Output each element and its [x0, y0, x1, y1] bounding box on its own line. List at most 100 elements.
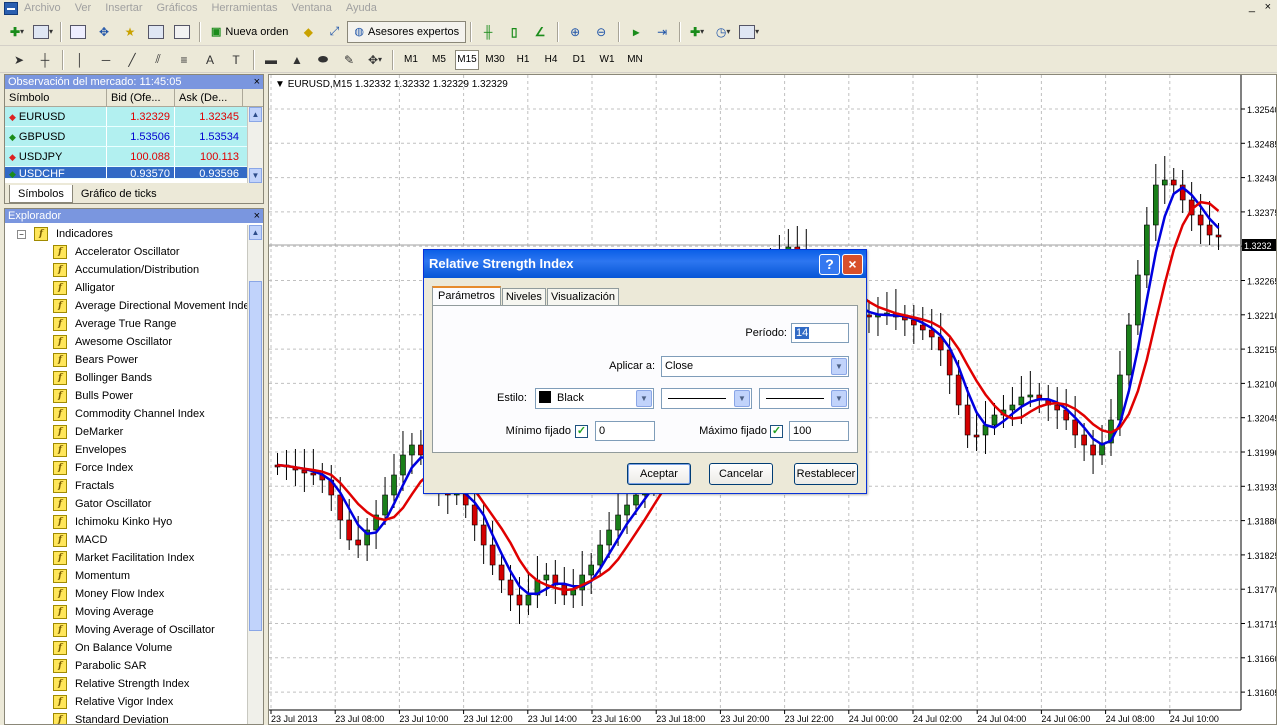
indicator-item[interactable]: f Bulls Power	[5, 387, 247, 405]
tab-tick-chart[interactable]: Gráfico de ticks	[73, 185, 165, 203]
column-ask[interactable]: Ask (De...	[175, 89, 243, 106]
fixed-max-input[interactable]: 100	[789, 421, 849, 441]
symbol-row-gbpusd[interactable]: ◆ GBPUSD 1.53506 1.53534	[5, 127, 263, 147]
scroll-up-icon[interactable]: ▲	[249, 107, 262, 122]
indicator-item[interactable]: f On Balance Volume	[5, 639, 247, 657]
auto-scroll-button[interactable]: ▸	[625, 21, 647, 43]
fixed-min-input[interactable]: 0	[595, 421, 655, 441]
terminal-button[interactable]	[145, 21, 167, 43]
templates-button[interactable]: ▾	[738, 21, 760, 43]
indicator-item[interactable]: f Parabolic SAR	[5, 657, 247, 675]
symbol-row-eurusd[interactable]: ◆ EURUSD 1.32329 1.32345	[5, 107, 263, 127]
menu-herramientas[interactable]: Herramientas	[211, 2, 277, 14]
timeframe-m15[interactable]: M15	[455, 49, 479, 70]
zoom-in-button[interactable]: ⊕	[564, 21, 586, 43]
indicator-item[interactable]: f Commodity Channel Index	[5, 405, 247, 423]
timeframe-mn[interactable]: MN	[623, 50, 647, 70]
timeframe-h4[interactable]: H4	[539, 50, 563, 70]
indicator-item[interactable]: f Average Directional Movement Inde	[5, 297, 250, 315]
cancel-button[interactable]: Cancelar	[709, 463, 773, 485]
indicator-item[interactable]: f Bollinger Bands	[5, 369, 247, 387]
rectangle-button[interactable]: ▬	[260, 49, 282, 71]
indicator-item[interactable]: f Momentum	[5, 567, 247, 585]
scroll-up-icon[interactable]: ▲	[249, 225, 262, 240]
indicator-item[interactable]: f Relative Vigor Index	[5, 693, 247, 711]
fixed-min-checkbox[interactable]: ✓	[575, 425, 588, 438]
indicator-item[interactable]: f Alligator	[5, 279, 247, 297]
pencil-button[interactable]: ✎	[338, 49, 360, 71]
indicator-item[interactable]: f Gator Oscillator	[5, 495, 247, 513]
scroll-thumb[interactable]	[249, 281, 262, 631]
timeframe-w1[interactable]: W1	[595, 50, 619, 70]
indicator-item[interactable]: f Accelerator Oscillator	[5, 243, 247, 261]
chart-shift-button[interactable]: ⇥	[651, 21, 673, 43]
profiles-button[interactable]: ▾	[32, 21, 54, 43]
navigator-scrollbar[interactable]: ▲	[247, 225, 263, 724]
line-width-select[interactable]: ▼	[759, 388, 849, 409]
navigator-close-button[interactable]: ×	[254, 209, 260, 223]
menu-ver[interactable]: Ver	[75, 2, 92, 14]
indicator-item[interactable]: f Force Index	[5, 459, 247, 477]
indicator-item[interactable]: f Moving Average of Oscillator	[5, 621, 247, 639]
line-style-select[interactable]: ▼	[661, 388, 752, 409]
dialog-close-button[interactable]: ×	[842, 254, 863, 275]
warning-button[interactable]: ◆	[297, 21, 319, 43]
tab-parameters[interactable]: Parámetros	[432, 286, 501, 306]
tab-visualization[interactable]: Visualización	[546, 288, 619, 306]
indicator-item[interactable]: f Accumulation/Distribution	[5, 261, 247, 279]
timeframe-m1[interactable]: M1	[399, 50, 423, 70]
indicator-item[interactable]: f Money Flow Index	[5, 585, 247, 603]
indicator-item[interactable]: f Moving Average	[5, 603, 247, 621]
text-label-button[interactable]: T	[225, 49, 247, 71]
column-bid[interactable]: Bid (Ofe...	[107, 89, 175, 106]
crosshair-button[interactable]: ┼	[34, 49, 56, 71]
new-order-button[interactable]: ▣ Nueva orden	[204, 21, 295, 43]
symbol-row-usdchf[interactable]: ◆ USDCHF 0.93570 0.93596	[5, 167, 263, 179]
menu-graficos[interactable]: Gráficos	[157, 2, 198, 14]
arrows-button[interactable]: ✥ ▾	[364, 49, 386, 71]
indicator-item[interactable]: f Bears Power	[5, 351, 247, 369]
chart-menu-arrow-icon[interactable]: ▼	[275, 79, 285, 90]
timeframe-m5[interactable]: M5	[427, 50, 451, 70]
timeframe-d1[interactable]: D1	[567, 50, 591, 70]
fullscreen-button[interactable]: ⤢	[323, 21, 345, 43]
minimize-button[interactable]: _	[1249, 1, 1255, 13]
trendline-button[interactable]: ╱	[121, 49, 143, 71]
market-watch-close-button[interactable]: ×	[254, 75, 260, 89]
indicator-item[interactable]: f Relative Strength Index	[5, 675, 247, 693]
indicator-item[interactable]: f Standard Deviation	[5, 711, 247, 724]
tree-node-indicators[interactable]: − f Indicadores	[5, 225, 247, 243]
fixed-max-checkbox[interactable]: ✓	[770, 425, 783, 438]
indicator-item[interactable]: f Average True Range	[5, 315, 247, 333]
period-input[interactable]: 14	[791, 323, 849, 343]
indicator-item[interactable]: f Market Facilitation Index	[5, 549, 247, 567]
line-chart-button[interactable]: ∠	[529, 21, 551, 43]
symbol-row-usdjpy[interactable]: ◆ USDJPY 100.088 100.113	[5, 147, 263, 167]
indicator-item[interactable]: f Fractals	[5, 477, 247, 495]
dialog-titlebar[interactable]: Relative Strength Index ? ×	[424, 250, 866, 278]
apply-to-select[interactable]: Close ▼	[661, 356, 849, 377]
cursor-button[interactable]: ➤	[8, 49, 30, 71]
channel-button[interactable]: ⫽	[147, 49, 169, 71]
menu-archivo[interactable]: Archivo	[24, 2, 61, 14]
fibonacci-button[interactable]: ≡	[173, 49, 195, 71]
tab-levels[interactable]: Niveles	[501, 288, 546, 306]
navigator-button[interactable]: ★	[119, 21, 141, 43]
timeframe-h1[interactable]: H1	[511, 50, 535, 70]
menu-ayuda[interactable]: Ayuda	[346, 2, 377, 14]
periods-button[interactable]: ◷ ▾	[712, 21, 734, 43]
indicators-button[interactable]: ✚ ▾	[686, 21, 708, 43]
market-watch-button[interactable]	[67, 21, 89, 43]
indicator-item[interactable]: f Envelopes	[5, 441, 247, 459]
market-watch-scrollbar[interactable]: ▲ ▼	[247, 107, 263, 183]
triangle-button[interactable]: ▲	[286, 49, 308, 71]
scroll-down-icon[interactable]: ▼	[249, 168, 262, 183]
ellipse-button[interactable]: ⬬	[312, 49, 334, 71]
indicator-item[interactable]: f Awesome Oscillator	[5, 333, 247, 351]
strategy-tester-button[interactable]	[171, 21, 193, 43]
menu-ventana[interactable]: Ventana	[292, 2, 332, 14]
timeframe-m30[interactable]: M30	[483, 50, 507, 70]
help-button[interactable]: ?	[819, 254, 840, 275]
column-symbol[interactable]: Símbolo	[5, 89, 107, 106]
indicator-item[interactable]: f DeMarker	[5, 423, 247, 441]
